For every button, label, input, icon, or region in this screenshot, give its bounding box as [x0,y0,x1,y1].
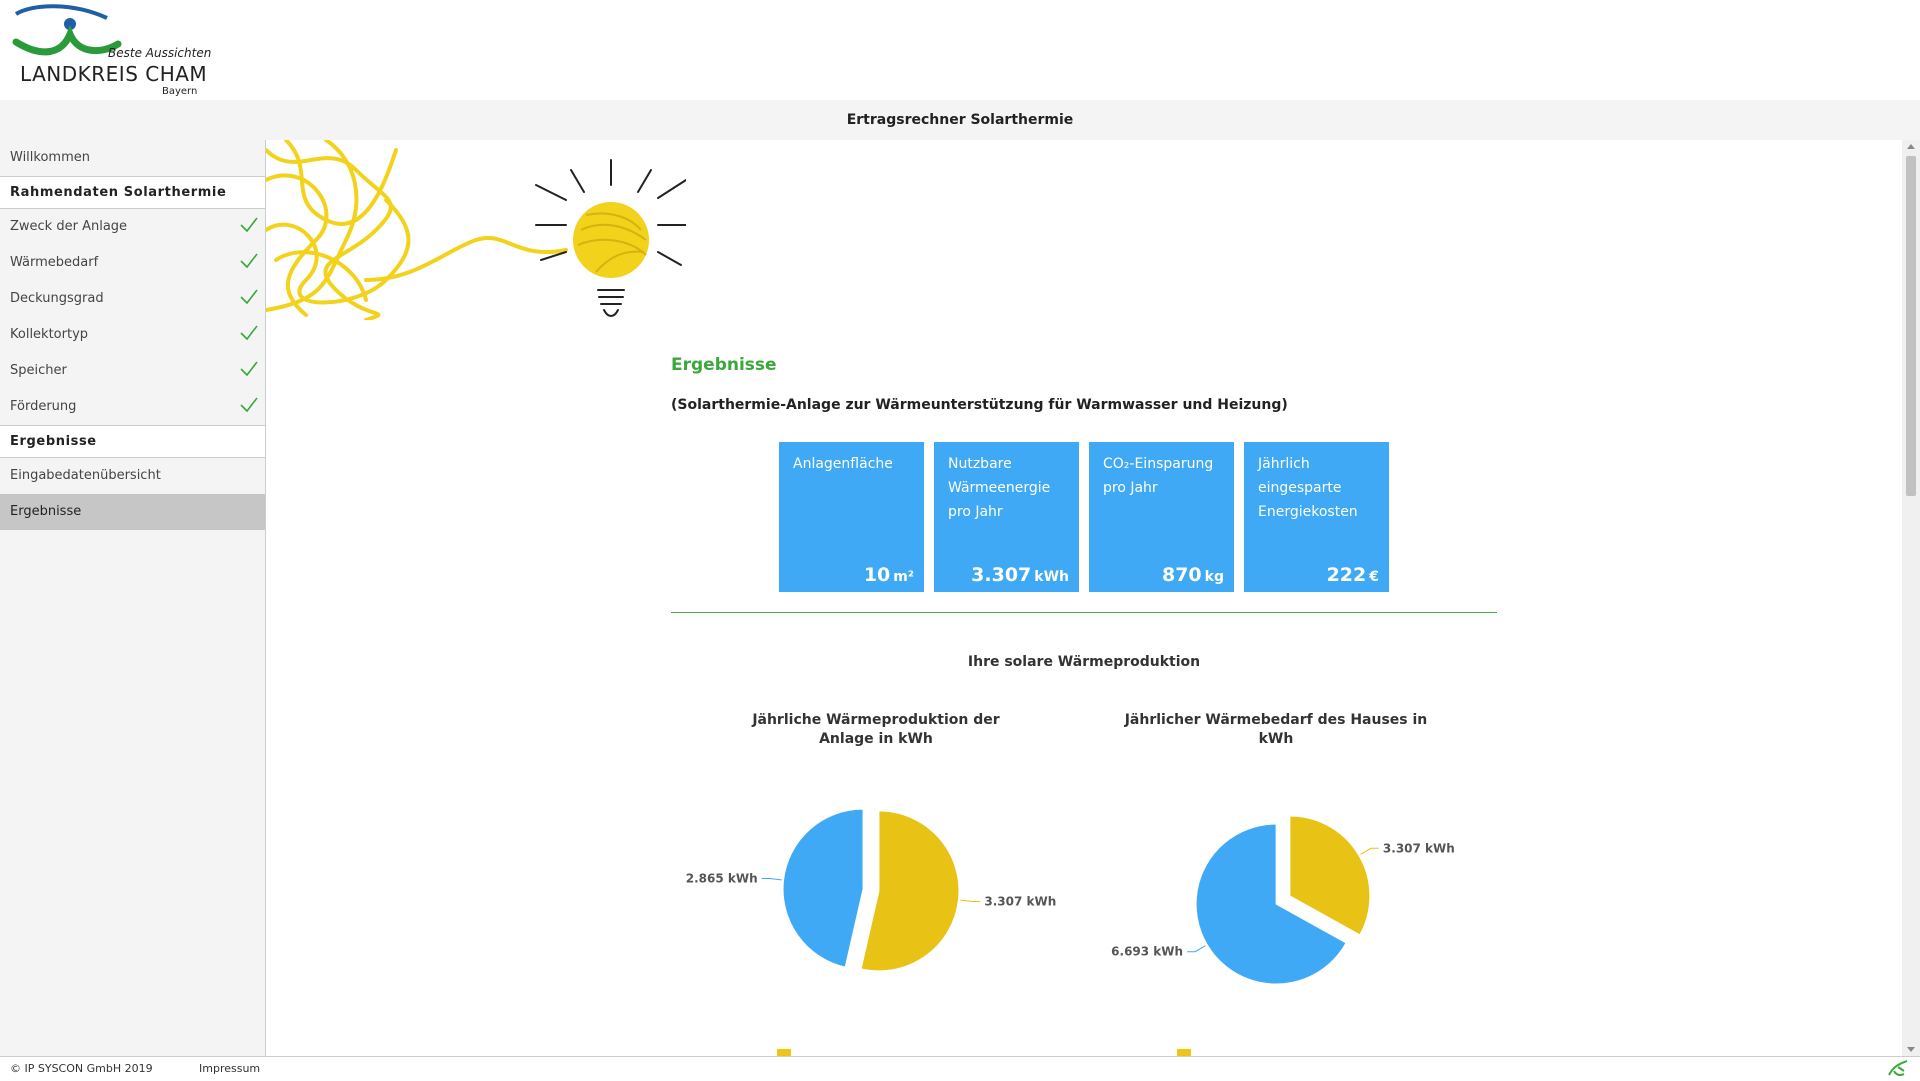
results-subtitle: (Solarthermie-Anlage zur Wärmeunterstütz… [671,397,1288,413]
sidebar-section-label: Ergebnisse [10,434,97,449]
pie-connector-line [1187,945,1206,953]
title-bar: Ertragsrechner Solarthermie [0,100,1920,140]
legend-swatch [777,1049,791,1056]
sidebar-item-ergebnisse[interactable]: Ergebnisse [0,494,265,530]
sidebar-item-speicher[interactable]: Speicher [0,353,265,389]
sidebar-item-label: Willkommen [10,150,90,165]
pie-connector-line [960,899,981,902]
logo-figure-icon [12,4,122,56]
sidebar-item-label: Wärmebedarf [10,255,99,270]
sidebar-item-zweck[interactable]: Zweck der Anlage [0,209,265,245]
kpi-card-label: Anlagenfläche [793,456,893,472]
sidebar-item-label: Speicher [10,363,67,378]
logo-name: LANDKREIS CHAM [20,62,208,86]
kpi-card-co2: CO₂-Einsparung pro Jahr 870 kg [1089,442,1234,592]
kpi-value-number: 870 [1161,564,1202,586]
kpi-card-value: 10 m² [864,564,914,586]
sidebar-nav: Willkommen Rahmendaten Solarthermie Zwec… [0,140,266,1056]
kpi-card-energiekosten: Jährlich eingesparte Energiekosten 222 € [1244,442,1389,592]
sidebar-section-label: Rahmendaten Solarthermie [10,185,227,200]
kpi-value-unit: € [1369,569,1379,585]
legend-swatch [1177,1049,1191,1056]
kpi-card-waermeenergie: Nutzbare Wärmeenergie pro Jahr 3.307 kWh [934,442,1079,592]
section-title: Ihre solare Wärmeproduktion [967,654,1201,670]
sidebar-item-willkommen[interactable]: Willkommen [0,140,265,176]
kpi-value-unit: kWh [1034,569,1069,585]
main-content: Ergebnisse (Solarthermie-Anlage zur Wärm… [266,140,1902,1056]
sidebar-item-eingabedaten[interactable]: Eingabedatenübersicht [0,458,265,494]
kpi-value-unit: kg [1204,569,1224,585]
pie-connector-line [1360,847,1379,855]
kpi-card-value: 222 € [1327,564,1379,586]
kpi-value-unit: m² [893,569,914,585]
pie-slice[interactable] [1289,815,1371,936]
check-icon [240,361,258,377]
sidebar-item-label: Zweck der Anlage [10,219,128,234]
sidebar-item-foerderung[interactable]: Förderung [0,389,265,425]
yarn-lightbulb-illustration [266,140,686,320]
copyright-text: © IP SYSCON GmbH 2019 [10,1062,153,1075]
scroll-up-icon[interactable] [1907,144,1915,149]
scroll-thumb[interactable] [1906,156,1916,496]
pie-data-label: 3.307 kWh [1383,841,1455,855]
pie-data-label: 3.307 kWh [984,894,1056,908]
check-icon [240,397,258,413]
header: Beste Aussichten LANDKREIS CHAM Bayern [0,0,1920,100]
impressum-link[interactable]: Impressum [199,1062,260,1075]
kpi-card-label: CO₂-Einsparung pro Jahr [1103,456,1214,496]
kpi-value-number: 10 [863,564,891,586]
pie-chart-1-title: Jährliche Wärmeproduktion der Anlage in … [752,712,1000,747]
kpi-card-value: 870 kg [1162,564,1224,586]
sidebar-section-rahmendaten: Rahmendaten Solarthermie [0,176,265,209]
kpi-card-value: 3.307 kWh [971,564,1069,586]
sidebar-item-kollektortyp[interactable]: Kollektortyp [0,317,265,353]
leaf-icon[interactable] [1886,1059,1910,1079]
logo-region: Bayern [162,86,198,97]
logo-tagline: Beste Aussichten [108,46,212,60]
pie-chart-production: 3.307 kWh 2.865 kWh [686,808,1056,972]
sidebar-item-label: Kollektortyp [10,327,89,342]
main-scrollbar[interactable] [1902,140,1920,1056]
kpi-value-number: 3.307 [971,564,1032,586]
kpi-card-anlagenflaeche: Anlagenfläche 10 m² [779,442,924,592]
sidebar-item-waermebedarf[interactable]: Wärmebedarf [0,245,265,281]
kpi-card-label: Nutzbare Wärmeenergie pro Jahr [948,456,1051,520]
footer: © IP SYSCON GmbH 2019 Impressum [0,1056,1920,1081]
check-icon [240,289,258,305]
kpi-cards: Anlagenfläche 10 m² Nutzbare Wärmeenergie… [779,442,1389,592]
check-icon [240,217,258,233]
check-icon [240,325,258,341]
section-divider [671,612,1497,613]
pie-slice[interactable] [860,810,960,972]
kpi-value-number: 222 [1326,564,1367,586]
landkreis-cham-logo[interactable]: Beste Aussichten LANDKREIS CHAM Bayern [12,4,212,97]
sidebar-item-label: Deckungsgrad [10,291,104,306]
pie-chart-demand: 3.307 kWh 6.693 kWh [1111,815,1455,985]
sidebar-item-label: Eingabedatenübersicht [10,468,161,483]
sidebar-item-label: Ergebnisse [10,504,82,519]
pie-slice[interactable] [782,808,864,968]
app-title: Ertragsrechner Solarthermie [846,112,1074,128]
sidebar-item-label: Förderung [10,399,77,414]
sidebar-section-ergebnisse: Ergebnisse [0,425,265,458]
scroll-down-icon[interactable] [1907,1047,1915,1052]
check-icon [240,253,258,269]
results-title: Ergebnisse [671,355,777,375]
pie-chart-2-title: Jährlicher Wärmebedarf des Hauses in kWh [1124,712,1428,747]
pie-data-label: 2.865 kWh [686,872,758,886]
kpi-card-label: Jährlich eingesparte Energiekosten [1258,456,1358,520]
sidebar-item-deckungsgrad[interactable]: Deckungsgrad [0,281,265,317]
pie-connector-line [761,878,782,881]
pie-data-label: 6.693 kWh [1111,945,1183,959]
